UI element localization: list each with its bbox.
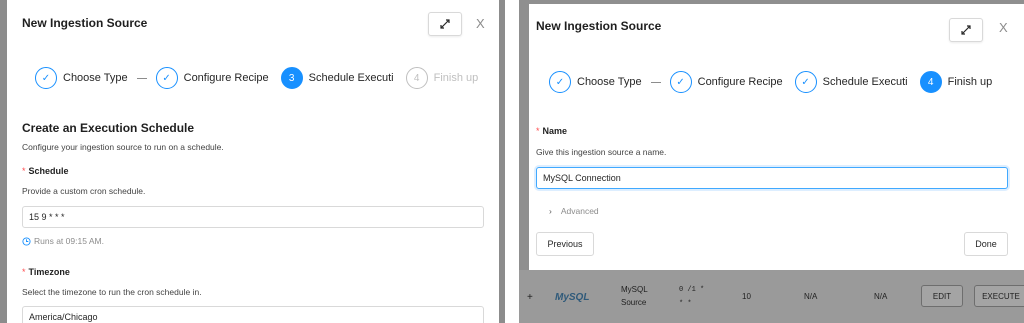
step-finish-up[interactable]: 4 Finish up — [405, 67, 479, 89]
steps-bar: ✓ Choose Type ✓ Configure Recipe ✓ Sched… — [549, 71, 992, 93]
step-divider — [136, 77, 147, 79]
section-title: Create an Execution Schedule — [22, 121, 195, 135]
close-icon[interactable]: X — [476, 16, 485, 31]
expand-button[interactable] — [428, 12, 462, 36]
step-label: Choose Type — [63, 72, 128, 84]
timezone-select[interactable]: America/Chicago — [22, 306, 484, 323]
table-row: + MySQL MySQL Source 0 /1 * * * 10 N/A N… — [519, 270, 1024, 323]
step-number-4: 4 — [405, 67, 428, 89]
source-type-line1: MySQL — [621, 285, 648, 294]
step-choose-type[interactable]: ✓ Choose Type — [35, 67, 128, 89]
step-label: Configure Recipe — [697, 76, 783, 88]
step-schedule-execution[interactable]: ✓ Schedule Executi — [794, 71, 908, 93]
step-finish-up[interactable]: 4 Finish up — [919, 71, 993, 93]
section-description: Configure your ingestion source to run o… — [22, 142, 224, 152]
modal-title: New Ingestion Source — [22, 16, 148, 30]
step-label: Configure Recipe — [183, 72, 269, 84]
schedule-hint: Runs at 09:15 AM. — [22, 236, 104, 246]
check-icon: ✓ — [549, 71, 571, 93]
clock-icon — [22, 236, 31, 246]
close-icon[interactable]: X — [999, 20, 1008, 35]
step-label: Schedule Executi — [308, 72, 394, 84]
last-run: N/A — [804, 292, 818, 301]
step-number-4: 4 — [919, 71, 942, 93]
last-status: N/A — [874, 292, 888, 301]
name-input[interactable]: MySQL Connection — [536, 167, 1008, 189]
edit-button[interactable]: EDIT — [921, 285, 963, 307]
name-label: * Name — [536, 126, 568, 136]
previous-button[interactable]: Previous — [536, 232, 594, 256]
expand-icon — [440, 19, 450, 29]
check-icon: ✓ — [669, 71, 692, 93]
right-screenshot: New Ingestion Source X ✓ Choose Type ✓ C… — [519, 0, 1024, 323]
steps-bar: ✓ Choose Type ✓ Configure Recipe 3 Sched… — [35, 67, 478, 89]
expand-row-icon[interactable]: + — [527, 292, 533, 303]
check-icon: ✓ — [35, 67, 57, 89]
step-label: Choose Type — [577, 76, 642, 88]
advanced-toggle[interactable]: › Advanced — [549, 206, 599, 216]
step-label: Schedule Executi — [822, 76, 908, 88]
step-divider — [650, 81, 661, 83]
advanced-label: Advanced — [560, 206, 599, 216]
check-icon: ✓ — [155, 67, 178, 89]
timezone-value: America/Chicago — [29, 312, 98, 322]
schedule-description: Provide a custom cron schedule. — [22, 186, 146, 196]
mysql-logo: MySQL — [555, 292, 590, 303]
source-type-line2: Source — [621, 298, 647, 307]
run-count: 10 — [742, 292, 751, 301]
step-configure-recipe[interactable]: ✓ Configure Recipe — [669, 71, 783, 93]
modal-title: New Ingestion Source — [536, 19, 662, 33]
step-label: Finish up — [433, 72, 479, 84]
panel-gap — [505, 0, 519, 323]
execute-button[interactable]: EXECUTE — [974, 285, 1024, 307]
step-schedule-execution[interactable]: 3 Schedule Executi — [280, 67, 394, 89]
schedule-label: * Schedule — [22, 166, 69, 176]
schedule-line2: * * — [679, 300, 692, 308]
done-button[interactable]: Done — [964, 232, 1008, 256]
step-number-3: 3 — [280, 67, 303, 89]
name-description: Give this ingestion source a name. — [536, 147, 667, 157]
ingestion-modal-finish-step: New Ingestion Source X ✓ Choose Type ✓ C… — [529, 4, 1024, 272]
schedule-input[interactable]: 15 9 * * * — [22, 206, 484, 228]
expand-icon — [961, 25, 971, 35]
ingestion-modal-schedule-step: New Ingestion Source X ✓ Choose Type ✓ C… — [7, 0, 499, 323]
timezone-description: Select the timezone to run the cron sche… — [22, 287, 202, 297]
step-choose-type[interactable]: ✓ Choose Type — [549, 71, 642, 93]
left-screenshot: New Ingestion Source X ✓ Choose Type ✓ C… — [0, 0, 505, 323]
step-label: Finish up — [947, 76, 993, 88]
step-configure-recipe[interactable]: ✓ Configure Recipe — [155, 67, 269, 89]
chevron-right-icon: › — [549, 206, 552, 216]
schedule-line1: 0 /1 * — [679, 286, 705, 294]
check-icon: ✓ — [794, 71, 817, 93]
timezone-label: * Timezone — [22, 267, 70, 277]
expand-button[interactable] — [949, 18, 983, 42]
